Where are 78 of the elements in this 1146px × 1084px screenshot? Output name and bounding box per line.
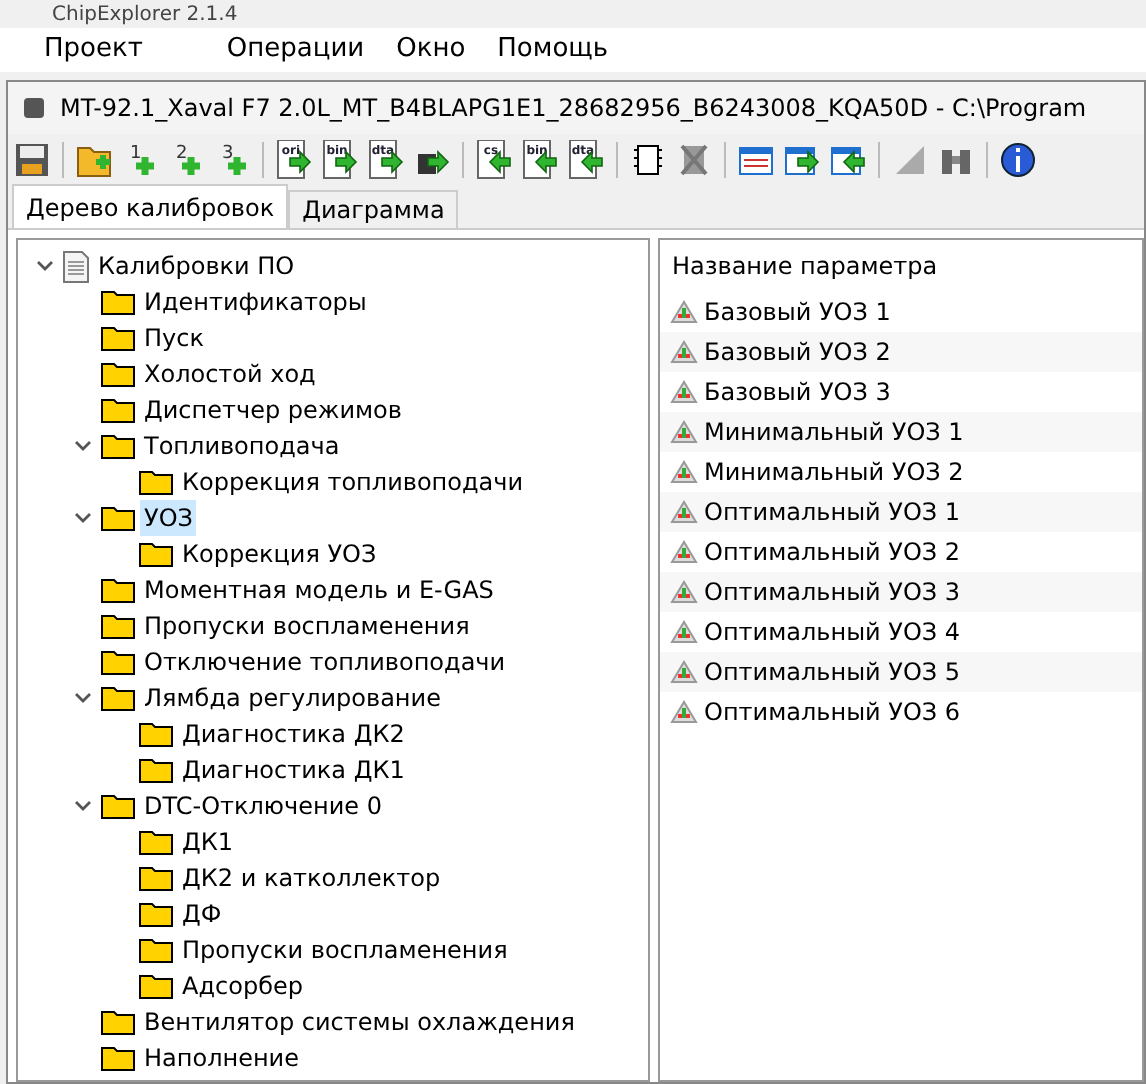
tree-item[interactable]: Диагностика ДК1 xyxy=(178,752,409,788)
tree-item[interactable]: Коррекция УОЗ xyxy=(178,536,381,572)
tree-item[interactable]: Пропуски воспламенения xyxy=(140,608,474,644)
parameter-name[interactable]: Базовый УОЗ 1 xyxy=(704,294,891,330)
folder-icon xyxy=(138,864,174,892)
document-icon xyxy=(62,249,90,283)
parameter-icon xyxy=(670,460,698,484)
tab[interactable]: Диаграмма xyxy=(288,190,459,228)
parameter-name[interactable]: Базовый УОЗ 3 xyxy=(704,374,891,410)
menu-item[interactable]: Окно xyxy=(380,30,482,70)
parameter-icon xyxy=(670,380,698,404)
folder-icon xyxy=(100,792,136,820)
parameter-name[interactable]: Минимальный УОЗ 2 xyxy=(704,454,964,490)
folder-icon xyxy=(100,360,136,388)
app-title: ChipExplorer 2.1.4 xyxy=(52,1,238,29)
tree-item[interactable]: Наполнение xyxy=(140,1040,303,1076)
parameter-icon xyxy=(670,580,698,604)
menu-item[interactable]: Помощь xyxy=(481,30,625,70)
tree-item[interactable]: Диспетчер режимов xyxy=(140,392,406,428)
folder-icon xyxy=(100,612,136,640)
tree-item[interactable]: Идентификаторы xyxy=(140,284,371,320)
chevron-down-icon[interactable] xyxy=(73,692,91,704)
tree-item[interactable]: Отключение топливоподачи xyxy=(140,644,510,680)
chevron-down-icon[interactable] xyxy=(35,260,53,272)
tree-item[interactable]: Вентилятор системы охлаждения xyxy=(140,1004,579,1040)
parameter-name[interactable]: Оптимальный УОЗ 6 xyxy=(704,694,961,730)
folder-icon xyxy=(100,576,136,604)
tree-item[interactable]: Адсорбер xyxy=(178,968,307,1004)
folder-icon xyxy=(100,504,136,532)
tree-item[interactable]: ДФ xyxy=(178,896,226,932)
tree-item[interactable]: Пропуски воспламенения xyxy=(178,932,512,968)
tree-item[interactable]: Калибровки ПО xyxy=(94,248,299,284)
column-header[interactable]: Название параметра xyxy=(672,248,938,284)
folder-icon xyxy=(100,684,136,712)
tree-item[interactable]: Лямбда регулирование xyxy=(140,680,445,716)
tree-item[interactable]: ДК1 xyxy=(178,824,238,860)
chevron-down-icon[interactable] xyxy=(73,800,91,812)
parameter-icon xyxy=(670,500,698,524)
folder-icon xyxy=(100,324,136,352)
menu-item[interactable]: Проект xyxy=(0,30,211,70)
parameter-icon xyxy=(670,660,698,684)
folder-icon xyxy=(100,648,136,676)
tree-item[interactable]: УОЗ xyxy=(140,500,197,536)
tree-item[interactable]: ДК2 и катколлектор xyxy=(178,860,445,896)
parameter-icon xyxy=(670,620,698,644)
folder-icon xyxy=(100,288,136,316)
folder-icon xyxy=(138,756,174,784)
chevron-down-icon[interactable] xyxy=(73,440,91,452)
folder-icon xyxy=(138,900,174,928)
folder-icon xyxy=(138,468,174,496)
folder-icon xyxy=(100,432,136,460)
folder-icon xyxy=(100,396,136,424)
folder-icon xyxy=(100,1044,136,1072)
tree-item[interactable]: Моментная модель и E-GAS xyxy=(140,572,498,608)
tree-item[interactable]: DTC-Отключение 0 xyxy=(140,788,386,824)
parameter-icon xyxy=(670,700,698,724)
folder-icon xyxy=(138,972,174,1000)
parameter-icon xyxy=(670,300,698,324)
folder-icon xyxy=(138,828,174,856)
folder-icon xyxy=(100,1008,136,1036)
tree-item[interactable]: Холостой ход xyxy=(140,356,320,392)
tab[interactable]: Дерево калибровок xyxy=(12,184,289,228)
tree-item[interactable]: Топливоподача xyxy=(140,428,344,464)
parameter-name[interactable]: Оптимальный УОЗ 4 xyxy=(704,614,961,650)
parameter-icon xyxy=(670,540,698,564)
window-title: MT-92.1_Xaval F7 2.0L_MT_B4BLAPG1E1_28682956_B6243008_KQA50D - C:\Program xyxy=(60,92,1087,126)
tree-item[interactable]: Коррекция топливоподачи xyxy=(178,464,528,500)
menu-item[interactable]: Операции xyxy=(210,30,381,70)
parameter-name[interactable]: Оптимальный УОЗ 2 xyxy=(704,534,961,570)
tree-item[interactable]: Пуск xyxy=(140,320,208,356)
folder-icon xyxy=(138,936,174,964)
parameter-icon xyxy=(670,340,698,364)
folder-icon xyxy=(138,540,174,568)
chevron-down-icon[interactable] xyxy=(73,512,91,524)
folder-icon xyxy=(138,720,174,748)
parameter-icon xyxy=(670,420,698,444)
tree-item[interactable]: Диагностика ДК2 xyxy=(178,716,409,752)
info-icon[interactable] xyxy=(998,139,1038,179)
